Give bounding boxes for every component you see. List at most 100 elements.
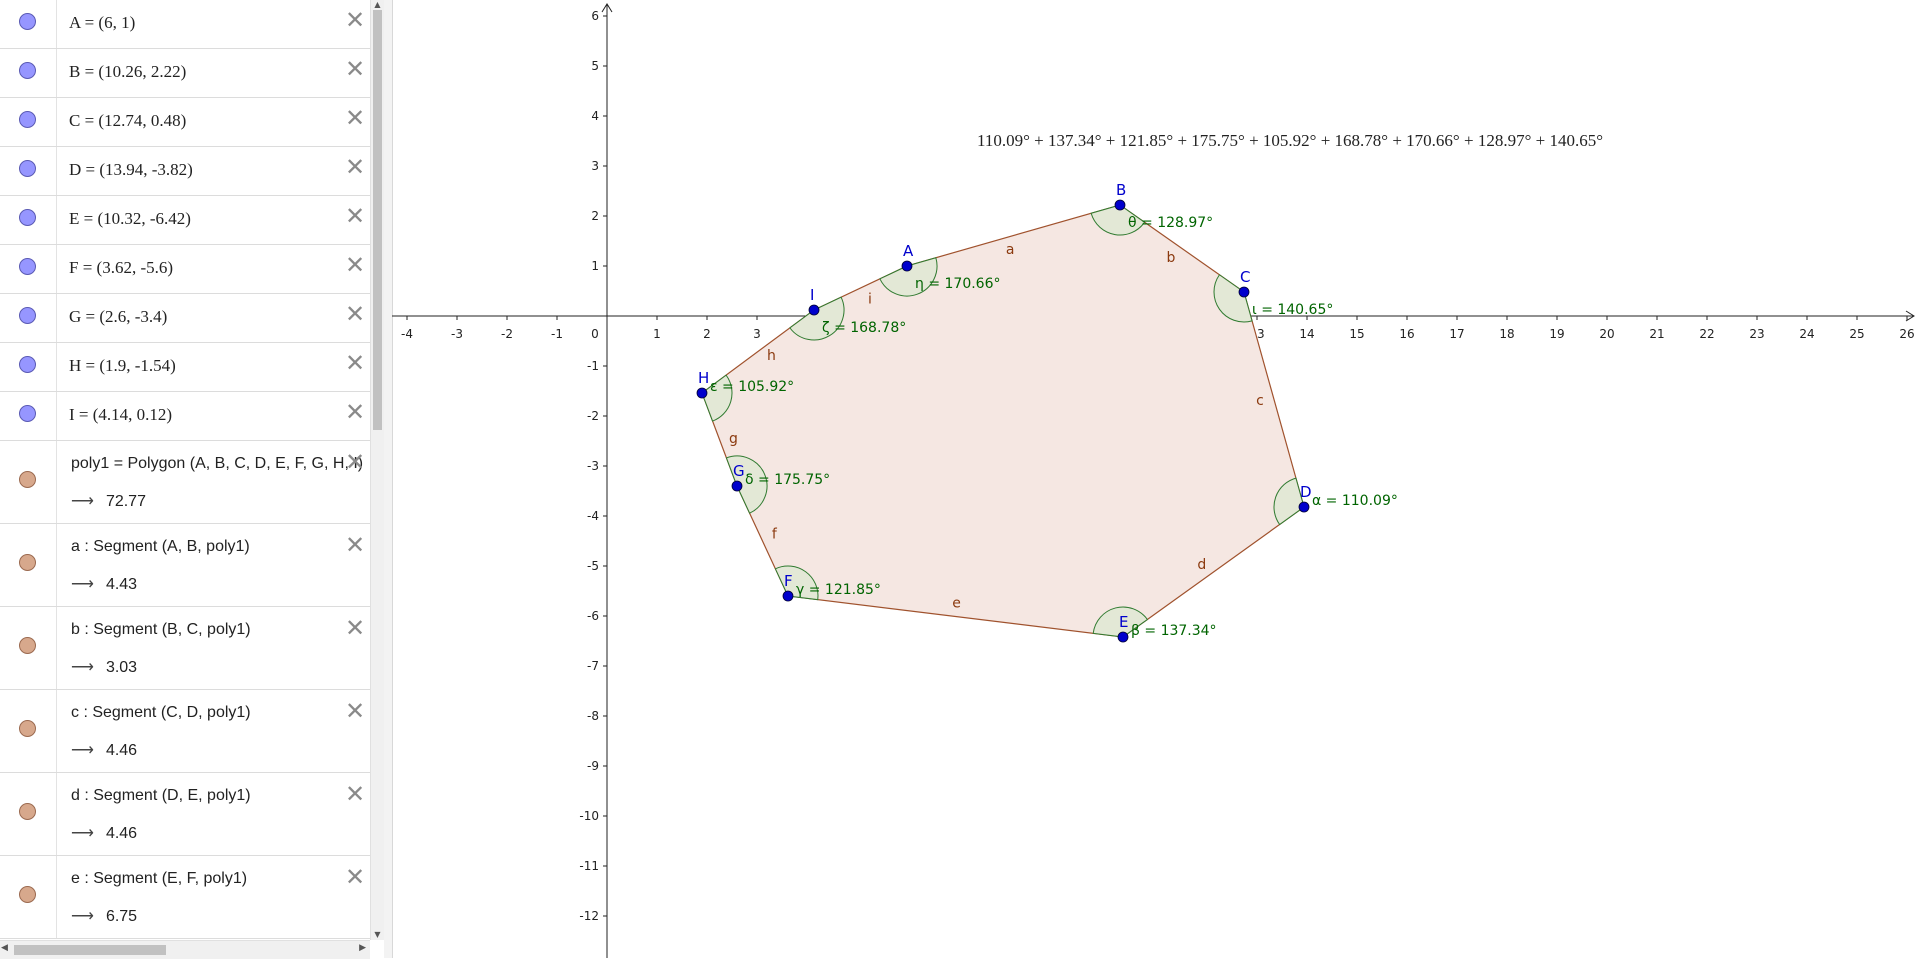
algebra-row-object[interactable]: c : Segment (C, D, poly1) ⟶ 4.46 ✕ (0, 690, 370, 773)
scroll-down-arrow-icon[interactable]: ▼ (371, 930, 384, 940)
algebra-row-point[interactable]: H = (1.9, -1.54) ✕ (0, 343, 370, 392)
delete-object-icon[interactable]: ✕ (344, 302, 366, 326)
point-B[interactable] (1114, 199, 1126, 211)
graphics-view[interactable]: -4-3-2-101234567891011121314151617181920… (392, 0, 1920, 958)
visibility-toggle-cell[interactable] (0, 856, 57, 938)
visibility-toggle-icon[interactable] (19, 720, 36, 737)
visibility-toggle-cell[interactable] (0, 98, 57, 146)
point-H[interactable] (696, 387, 708, 399)
algebra-row-object[interactable]: b : Segment (B, C, poly1) ⟶ 3.03 ✕ (0, 607, 370, 690)
delete-object-icon[interactable]: ✕ (344, 865, 366, 889)
segment-label-h[interactable]: h (767, 348, 776, 364)
visibility-toggle-icon[interactable] (19, 356, 36, 373)
algebra-row-object[interactable]: a : Segment (A, B, poly1) ⟶ 4.43 ✕ (0, 524, 370, 607)
visibility-toggle-cell[interactable] (0, 607, 57, 689)
horizontal-scroll-thumb[interactable] (14, 945, 166, 955)
visibility-toggle-icon[interactable] (19, 258, 36, 275)
algebra-row-object[interactable]: d : Segment (D, E, poly1) ⟶ 4.46 ✕ (0, 773, 370, 856)
visibility-toggle-icon[interactable] (19, 307, 36, 324)
visibility-toggle-cell[interactable] (0, 441, 57, 523)
point-label-H[interactable]: H (698, 369, 709, 387)
point-I[interactable] (808, 304, 820, 316)
segment-label-d[interactable]: d (1197, 557, 1206, 573)
algebra-row-point[interactable]: I = (4.14, 0.12) ✕ (0, 392, 370, 441)
object-definition[interactable]: I = (4.14, 0.12) (69, 405, 172, 425)
delete-object-icon[interactable]: ✕ (344, 204, 366, 228)
angle-label-H[interactable]: ε = 105.92° (710, 379, 794, 395)
delete-object-icon[interactable]: ✕ (344, 155, 366, 179)
angle-label-G[interactable]: δ = 175.75° (745, 472, 830, 488)
angle-label-C[interactable]: ι = 140.65° (1252, 302, 1333, 318)
visibility-toggle-cell[interactable] (0, 773, 57, 855)
object-definition[interactable]: E = (10.32, -6.42) (69, 209, 191, 229)
point-label-D[interactable]: D (1300, 483, 1312, 501)
point-D[interactable] (1298, 501, 1310, 513)
delete-object-icon[interactable]: ✕ (344, 782, 366, 806)
angle-label-D[interactable]: α = 110.09° (1312, 493, 1398, 509)
algebra-row-point[interactable]: E = (10.32, -6.42) ✕ (0, 196, 370, 245)
visibility-toggle-cell[interactable] (0, 343, 57, 391)
point-label-A[interactable]: A (903, 242, 914, 260)
point-label-C[interactable]: C (1240, 268, 1250, 286)
scroll-left-arrow-icon[interactable]: ◀ (1, 943, 8, 953)
visibility-toggle-icon[interactable] (19, 803, 36, 820)
point-C[interactable] (1238, 286, 1250, 298)
delete-object-icon[interactable]: ✕ (344, 699, 366, 723)
angle-label-E[interactable]: β = 137.34° (1131, 623, 1217, 639)
delete-object-icon[interactable]: ✕ (344, 57, 366, 81)
algebra-row-point[interactable]: F = (3.62, -5.6) ✕ (0, 245, 370, 294)
visibility-toggle-cell[interactable] (0, 690, 57, 772)
object-definition[interactable]: H = (1.9, -1.54) (69, 356, 176, 376)
object-definition[interactable]: e : Segment (E, F, poly1) (71, 870, 247, 888)
delete-object-icon[interactable]: ✕ (344, 351, 366, 375)
visibility-toggle-icon[interactable] (19, 62, 36, 79)
scroll-right-arrow-icon[interactable]: ▶ (359, 943, 366, 953)
delete-object-icon[interactable]: ✕ (344, 400, 366, 424)
visibility-toggle-icon[interactable] (19, 405, 36, 422)
angle-label-I[interactable]: ζ = 168.78° (822, 320, 906, 336)
delete-object-icon[interactable]: ✕ (344, 106, 366, 130)
object-definition[interactable]: D = (13.94, -3.82) (69, 160, 193, 180)
point-label-F[interactable]: F (784, 572, 793, 590)
point-A[interactable] (901, 260, 913, 272)
point-label-E[interactable]: E (1119, 613, 1128, 631)
algebra-row-point[interactable]: A = (6, 1) ✕ (0, 0, 370, 49)
vertical-scroll-thumb[interactable] (373, 10, 382, 430)
algebra-row-point[interactable]: D = (13.94, -3.82) ✕ (0, 147, 370, 196)
visibility-toggle-cell[interactable] (0, 245, 57, 293)
algebra-row-point[interactable]: B = (10.26, 2.22) ✕ (0, 49, 370, 98)
segment-label-a[interactable]: a (1006, 242, 1015, 258)
visibility-toggle-icon[interactable] (19, 471, 36, 488)
angle-label-A[interactable]: η = 170.66° (915, 276, 1001, 292)
visibility-toggle-cell[interactable] (0, 147, 57, 195)
object-definition[interactable]: G = (2.6, -3.4) (69, 307, 167, 327)
visibility-toggle-cell[interactable] (0, 0, 57, 48)
point-G[interactable] (731, 480, 743, 492)
visibility-toggle-icon[interactable] (19, 111, 36, 128)
segment-label-e[interactable]: e (952, 596, 961, 612)
angle-sum-formula[interactable]: 110.09° + 137.34° + 121.85° + 175.75° + … (977, 131, 1603, 150)
algebra-row-point[interactable]: C = (12.74, 0.48) ✕ (0, 98, 370, 147)
segment-label-g[interactable]: g (729, 431, 738, 447)
visibility-toggle-cell[interactable] (0, 49, 57, 97)
object-definition[interactable]: c : Segment (C, D, poly1) (71, 704, 251, 722)
point-E[interactable] (1117, 631, 1129, 643)
object-definition[interactable]: C = (12.74, 0.48) (69, 111, 186, 131)
object-definition[interactable]: poly1 = Polygon (A, B, C, D, E, F, G, H,… (71, 455, 363, 473)
visibility-toggle-icon[interactable] (19, 13, 36, 30)
segment-label-b[interactable]: b (1166, 250, 1175, 266)
visibility-toggle-cell[interactable] (0, 294, 57, 342)
segment-label-c[interactable]: c (1256, 393, 1264, 409)
delete-object-icon[interactable]: ✕ (344, 533, 366, 557)
angle-label-B[interactable]: θ = 128.97° (1128, 215, 1213, 231)
visibility-toggle-icon[interactable] (19, 160, 36, 177)
algebra-row-point[interactable]: G = (2.6, -3.4) ✕ (0, 294, 370, 343)
visibility-toggle-cell[interactable] (0, 392, 57, 440)
visibility-toggle-icon[interactable] (19, 554, 36, 571)
visibility-toggle-icon[interactable] (19, 637, 36, 654)
delete-object-icon[interactable]: ✕ (344, 616, 366, 640)
point-label-G[interactable]: G (733, 462, 745, 480)
delete-object-icon[interactable]: ✕ (344, 450, 366, 474)
point-label-I[interactable]: I (810, 286, 814, 304)
angle-label-F[interactable]: γ = 121.85° (796, 582, 881, 598)
